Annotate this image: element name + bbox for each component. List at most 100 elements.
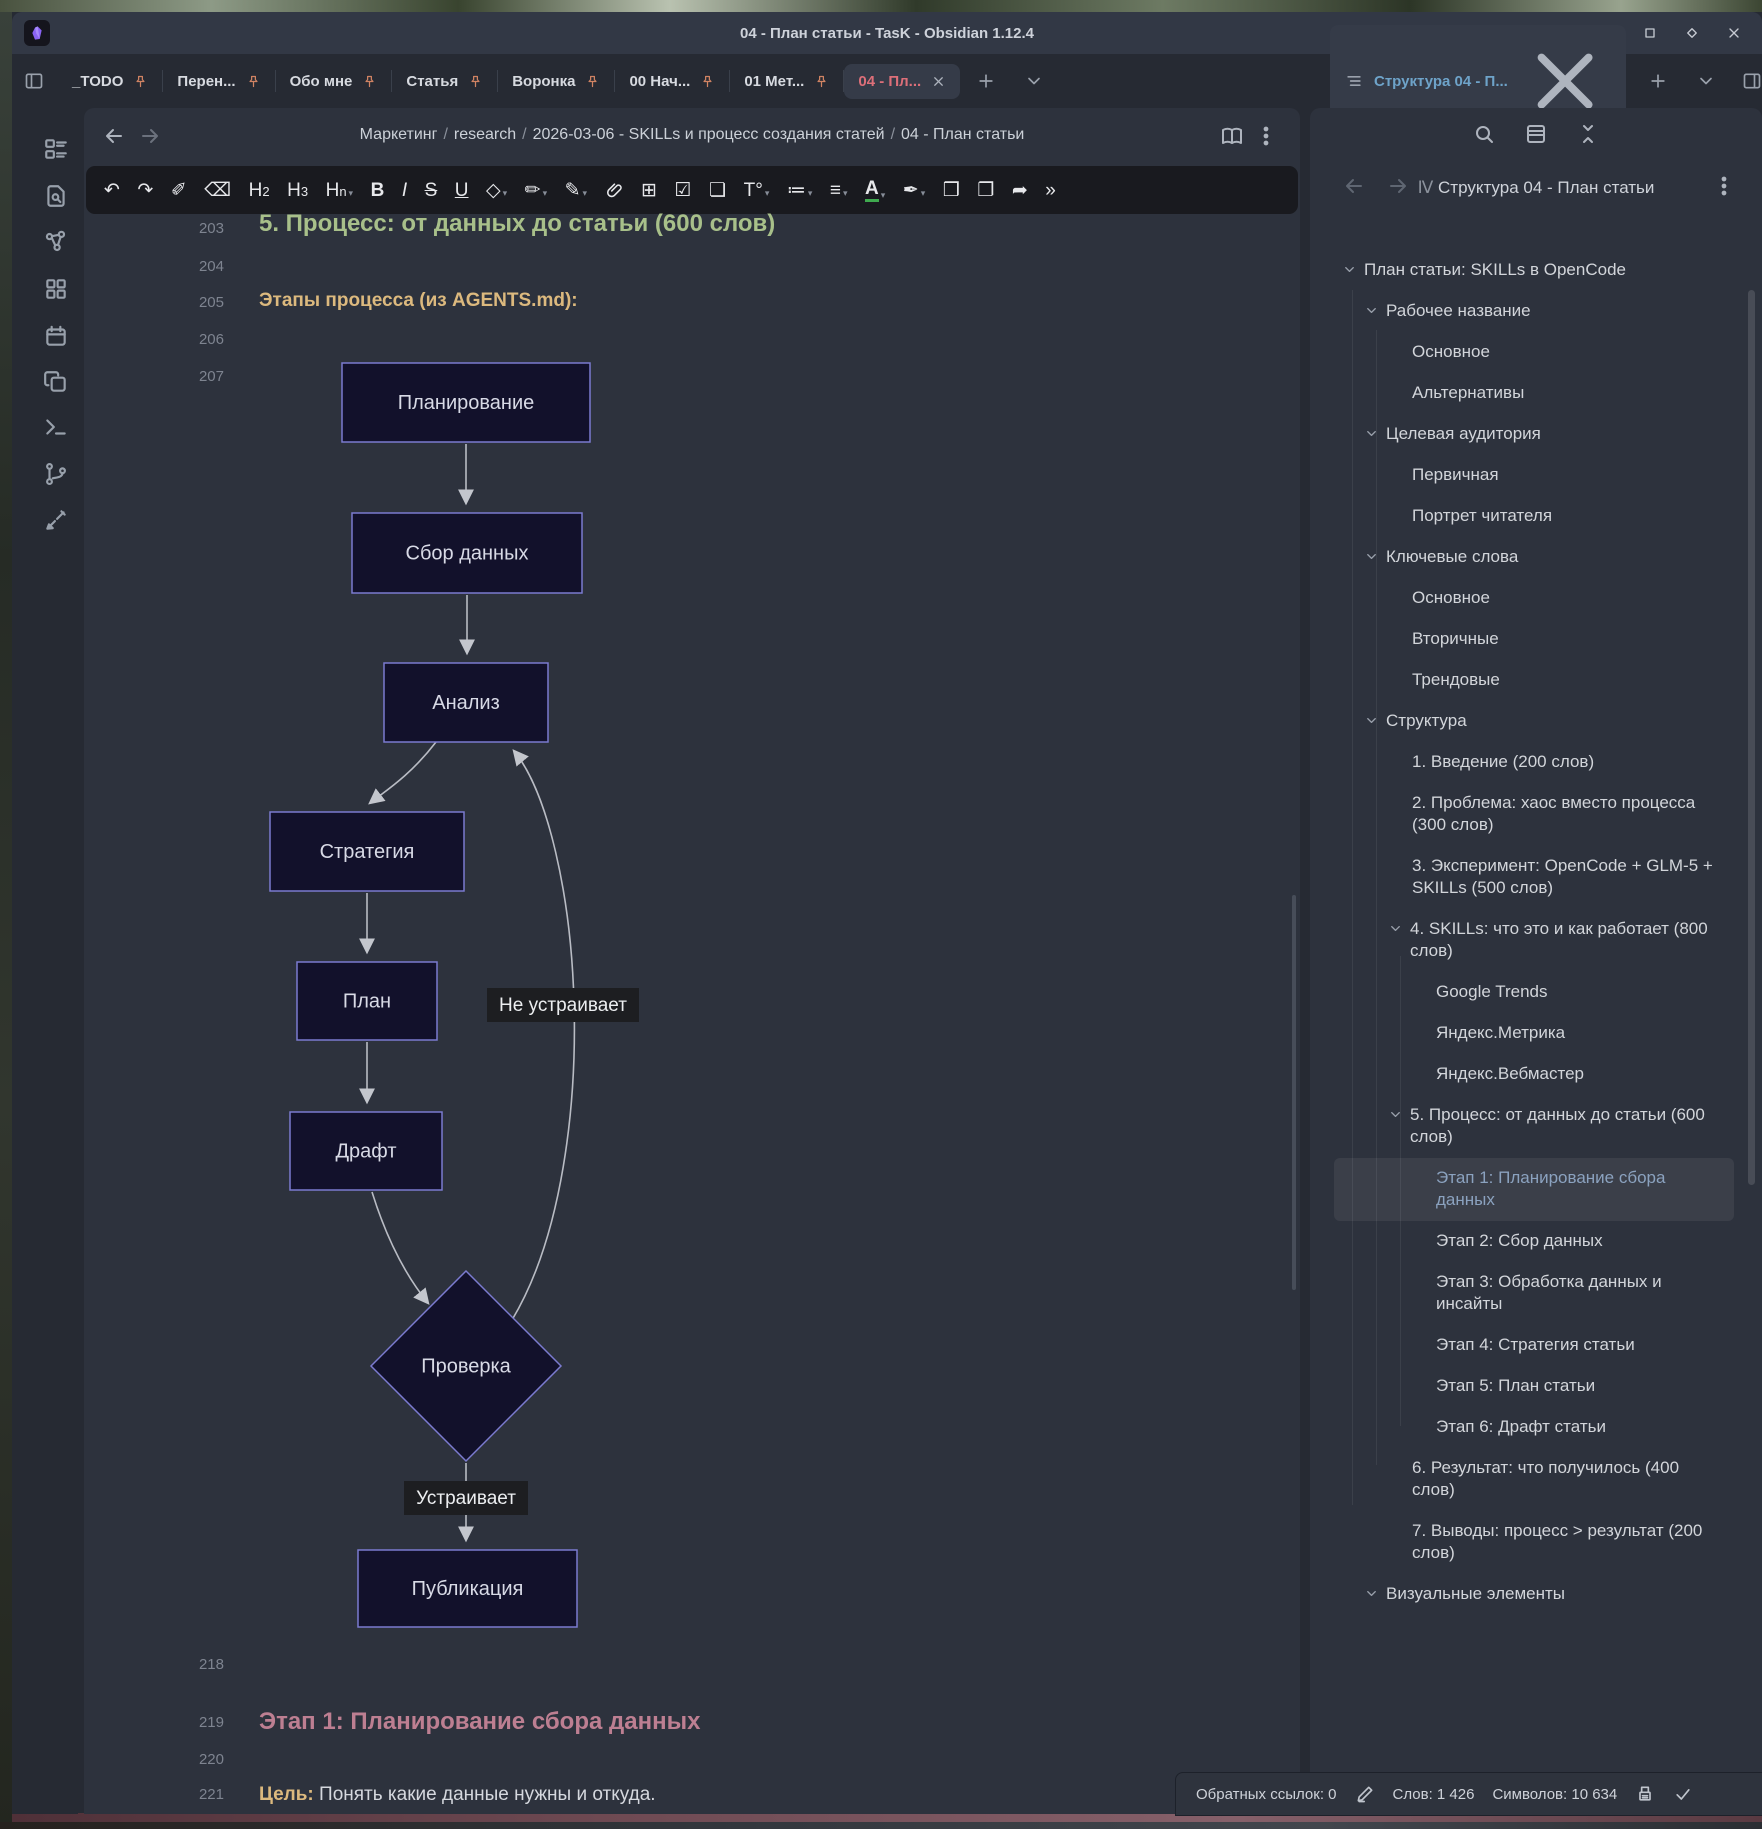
outline-item[interactable]: Google Trends [1334,972,1734,1013]
outline-back-icon[interactable] [1342,174,1366,198]
highlight-button[interactable]: ✏▾ [525,181,547,200]
tab-4[interactable]: Статья [392,64,497,99]
tab-list-dropdown-icon[interactable] [1024,71,1044,91]
canvas-icon[interactable] [43,276,69,302]
chevron-down-icon[interactable] [1388,1107,1410,1122]
character-count[interactable]: Символов: 10 634 [1492,1786,1617,1803]
tools-icon[interactable] [43,507,69,533]
outline-item[interactable]: Этап 3: Обработка данных и инсайты [1334,1262,1734,1325]
editor-scrollbar[interactable] [1292,895,1296,1290]
graph-icon[interactable] [43,229,69,255]
align-button[interactable]: ≡▾ [830,181,848,200]
chevron-down-icon[interactable] [1364,549,1386,564]
list-button[interactable]: ≔▾ [787,181,813,200]
tab-8[interactable]: 04 - Пл... [844,64,960,99]
outline-item[interactable]: Ключевые слова [1334,537,1734,578]
outline-item[interactable]: Вторичные [1334,619,1734,660]
search-icon[interactable] [1472,122,1496,146]
outline-item[interactable]: 4. SKILLs: что это и как работает (800 с… [1334,909,1734,972]
calendar-icon[interactable] [43,323,69,349]
breadcrumb-segment[interactable]: 04 - План статьи [901,126,1024,143]
sidebar-scrollbar[interactable] [1748,290,1755,1185]
format-brush-button[interactable]: ✐ [171,181,187,200]
outline-item[interactable]: Портрет читателя [1334,496,1734,537]
outline-item[interactable]: 2. Проблема: хаос вместо процесса (300 с… [1334,783,1734,846]
undo-button[interactable]: ↶ [104,181,120,200]
expand-panel-icon[interactable] [1524,122,1548,146]
outline-item[interactable]: Первичная [1334,455,1734,496]
underline-button[interactable]: U [455,181,469,200]
outline-item[interactable]: Трендовые [1334,660,1734,701]
redo-button[interactable]: ↷ [137,181,153,200]
chevron-down-icon[interactable] [1364,303,1386,318]
right-sidebar-toggle-icon[interactable] [1742,71,1762,91]
outline-item[interactable]: 6. Результат: что получилось (400 слов) [1334,1448,1734,1511]
outline-item[interactable]: Этап 5: План статьи [1334,1366,1734,1407]
outline-item[interactable]: Визуальные элементы [1334,1574,1734,1615]
breadcrumb-segment[interactable]: research [454,126,516,143]
attachment-button[interactable] [605,181,624,200]
outline-item[interactable]: Основное [1334,578,1734,619]
breadcrumb-segment[interactable]: 2026-03-06 - SKILLs и процесс создания с… [533,126,885,143]
outline-more-icon[interactable] [1712,174,1736,198]
left-sidebar-toggle-icon[interactable] [24,71,44,91]
files-icon[interactable] [43,136,69,162]
outline-item[interactable]: Основное [1334,332,1734,373]
outline-item[interactable]: Этап 2: Сбор данных [1334,1221,1734,1262]
tab-5[interactable]: Воронка [498,64,614,99]
version-control-icon[interactable] [43,461,69,487]
reading-view-icon[interactable] [1220,124,1244,148]
comment-button[interactable]: ❏ [709,181,726,200]
duplicate-icon[interactable] [43,369,69,395]
edit-mode-icon[interactable] [1355,1784,1375,1804]
h3-button[interactable]: H3 [287,181,308,200]
chevron-down-icon[interactable] [1342,262,1364,277]
outline-item[interactable]: План статьи: SKILLs в OpenCode [1334,250,1734,291]
outline-item[interactable]: Этап 4: Стратегия статьи [1334,1325,1734,1366]
outline-item[interactable]: Альтернативы [1334,373,1734,414]
close-icon[interactable] [931,74,946,89]
outline-item[interactable]: Целевая аудитория [1334,414,1734,455]
expand-button[interactable]: ❒ [943,181,960,200]
more-options-icon[interactable] [1254,124,1278,148]
eraser-button[interactable]: ⌫ [204,181,231,200]
heading-button[interactable]: Hn▾ [326,181,354,200]
outline-item[interactable]: Яндекс.Метрика [1334,1013,1734,1054]
tab-3[interactable]: Обо мне [276,64,392,99]
backlinks-count[interactable]: Обратных ссылок: 0 [1196,1786,1337,1803]
h2-button[interactable]: H2 [249,181,270,200]
more-button[interactable]: » [1045,181,1056,200]
task-button[interactable]: ☑ [675,181,692,200]
right-new-tab-button[interactable] [1648,71,1668,91]
tab-6[interactable]: 00 Нач... [615,64,729,99]
collapse-all-icon[interactable] [1576,122,1600,146]
tab-1[interactable]: _TODO [58,64,162,99]
outline-item[interactable]: 1. Введение (200 слов) [1334,742,1734,783]
terminal-icon[interactable] [43,414,69,440]
tab-2[interactable]: Перен... [163,64,274,99]
code-block-button[interactable]: ◇▾ [486,181,507,200]
bold-button[interactable]: B [371,181,385,200]
word-count[interactable]: Слов: 1 426 [1393,1786,1475,1803]
collapse-button[interactable]: ❐ [977,181,994,200]
new-tab-button[interactable] [976,71,996,91]
outline-item[interactable]: Рабочее название [1334,291,1734,332]
outline-item[interactable]: 7. Выводы: процесс > результат (200 слов… [1334,1511,1734,1574]
fill-color-button[interactable]: ✒▾ [903,181,925,200]
text-style-button[interactable]: T°▾ [744,181,770,200]
outline-item[interactable]: Яндекс.Вебмастер [1334,1054,1734,1095]
file-search-icon[interactable] [43,183,69,209]
outline-item[interactable]: 5. Процесс: от данных до статьи (600 сло… [1334,1095,1734,1158]
outline-item[interactable]: Структура [1334,701,1734,742]
outline-item[interactable]: 3. Эксперимент: OpenCode + GLM-5 + SKILL… [1334,846,1734,909]
right-tab-dropdown-icon[interactable] [1696,71,1716,91]
table-button[interactable]: ⊞ [641,181,657,200]
breadcrumb-segment[interactable]: Маркетинг [360,126,438,143]
outline-item[interactable]: Этап 1: Планирование сбора данных [1334,1158,1734,1221]
outline-item[interactable]: Этап 6: Драфт статьи [1334,1407,1734,1448]
strikethrough-button[interactable]: S [425,181,438,200]
chevron-down-icon[interactable] [1364,426,1386,441]
italic-button[interactable]: I [402,181,407,200]
printer-icon[interactable] [1635,1784,1655,1804]
chevron-down-icon[interactable] [1364,1586,1386,1601]
